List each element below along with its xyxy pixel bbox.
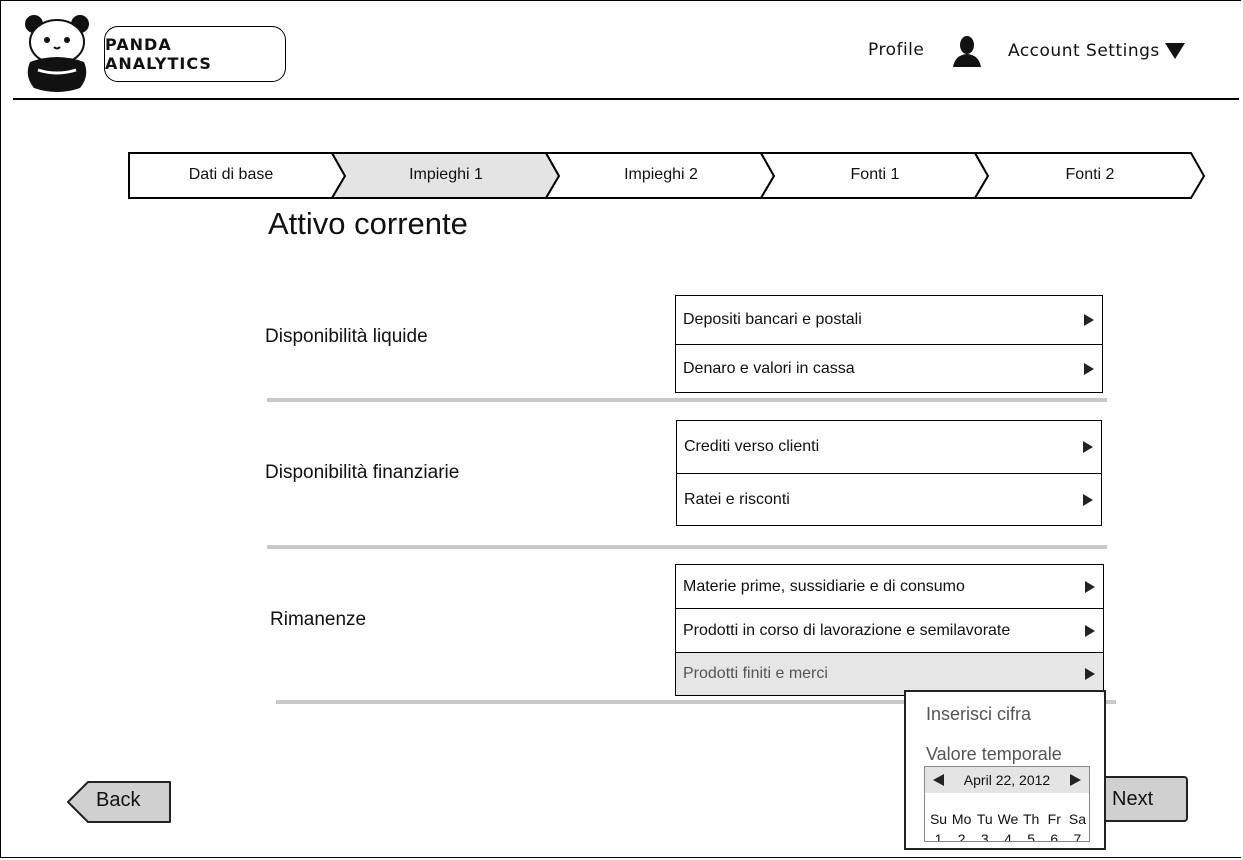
date-picker[interactable]: April 22, 2012 Su Mo Tu We Th Fr Sa 1 2 … [924, 766, 1090, 842]
weekday-label: Tu [976, 811, 993, 827]
weekday-label: Mo [951, 811, 972, 827]
weekday-label: Fr [1047, 811, 1061, 827]
list-item[interactable]: Denaro e valori in cassa [676, 345, 1102, 392]
arrow-right-icon [1083, 493, 1093, 506]
step-dati-di-base[interactable]: Dati di base [130, 152, 332, 198]
brand-logo-text[interactable]: PANDA ANALYTICS [104, 26, 286, 82]
panda-logo-icon [25, 15, 89, 92]
list-rimanenze: Materie prime, sussidiarie e di consumo … [675, 564, 1104, 696]
account-settings-link[interactable]: Account Settings [1008, 41, 1160, 61]
arrow-right-icon [1085, 624, 1095, 637]
weekday-label: Su [929, 811, 948, 827]
arrow-right-icon [1085, 668, 1095, 680]
list-item-label: Ratei e risconti [684, 490, 790, 508]
value-type-popup: Inserisci cifra Valore temporale April 2… [904, 690, 1106, 850]
group-separator [267, 398, 1107, 402]
calendar-days-row: 1 2 3 4 5 6 7 [927, 831, 1089, 841]
arrow-right-icon [1083, 441, 1093, 453]
profile-link[interactable]: Profile [868, 40, 924, 60]
step-impieghi-1[interactable]: Impieghi 1 [346, 152, 546, 198]
weekday-label: Sa [1068, 811, 1086, 827]
caret-down-icon[interactable] [1164, 42, 1186, 60]
list-item-label: Depositi bancari e postali [683, 311, 862, 328]
option-valore-temporale[interactable]: Valore temporale [926, 744, 1062, 765]
calendar-day[interactable]: 1 [927, 831, 950, 841]
list-disponibilita-liquide: Depositi bancari e postali Denaro e valo… [675, 295, 1103, 393]
calendar-day[interactable]: 2 [950, 831, 973, 841]
weekday-label: Th [1022, 811, 1040, 827]
arrow-right-icon [1085, 580, 1095, 593]
arrow-right-icon [1084, 314, 1094, 326]
header-divider [13, 98, 1239, 100]
list-item[interactable]: Depositi bancari e postali [676, 296, 1102, 345]
list-item[interactable]: Ratei e risconti [677, 474, 1101, 525]
calendar-day[interactable]: 7 [1066, 831, 1089, 841]
group-separator [267, 545, 1107, 549]
calendar-day[interactable]: 5 [1020, 831, 1043, 841]
calendar-day[interactable]: 3 [973, 831, 996, 841]
list-item-label: Prodotti in corso di lavorazione e semil… [683, 621, 1011, 639]
list-item-label: Materie prime, sussidiarie e di consumo [683, 577, 965, 595]
calendar-day[interactable]: 4 [996, 831, 1019, 841]
arrow-right-icon [1084, 362, 1094, 375]
calendar-weekdays: Su Mo Tu We Th Fr Sa [927, 811, 1089, 827]
list-item-label: Denaro e valori in cassa [683, 359, 855, 377]
option-inserisci-cifra[interactable]: Inserisci cifra [926, 704, 1031, 725]
step-fonti-1[interactable]: Fonti 1 [775, 152, 975, 198]
calendar-day[interactable]: 6 [1043, 831, 1066, 841]
list-item-label: Crediti verso clienti [684, 438, 820, 455]
list-item[interactable]: Crediti verso clienti [677, 421, 1101, 474]
back-button-label[interactable]: Back [96, 789, 140, 812]
step-fonti-2[interactable]: Fonti 2 [989, 152, 1191, 198]
page-title: Attivo corrente [268, 206, 468, 241]
list-item[interactable]: Prodotti in corso di lavorazione e semil… [676, 609, 1103, 653]
user-icon[interactable] [952, 35, 982, 67]
step-impieghi-2[interactable]: Impieghi 2 [560, 152, 762, 198]
group-label-rimanenze: Rimanenze [270, 609, 367, 630]
list-disponibilita-finanziarie: Crediti verso clienti Ratei e risconti [676, 420, 1102, 526]
list-item-label: Prodotti finiti e merci [683, 665, 828, 682]
weekday-label: We [997, 811, 1019, 827]
list-item-selected[interactable]: Prodotti finiti e merci [676, 653, 1103, 695]
group-label-disponibilita-finanziarie: Disponibilità finanziarie [265, 462, 460, 483]
calendar-header: April 22, 2012 [925, 767, 1089, 793]
next-button[interactable]: Next [1104, 776, 1188, 822]
calendar-month-label: April 22, 2012 [963, 772, 1051, 788]
group-label-disponibilita-liquide: Disponibilità liquide [265, 326, 428, 347]
list-item[interactable]: Materie prime, sussidiarie e di consumo [676, 565, 1103, 609]
chevron-right-icon[interactable] [1070, 774, 1081, 786]
